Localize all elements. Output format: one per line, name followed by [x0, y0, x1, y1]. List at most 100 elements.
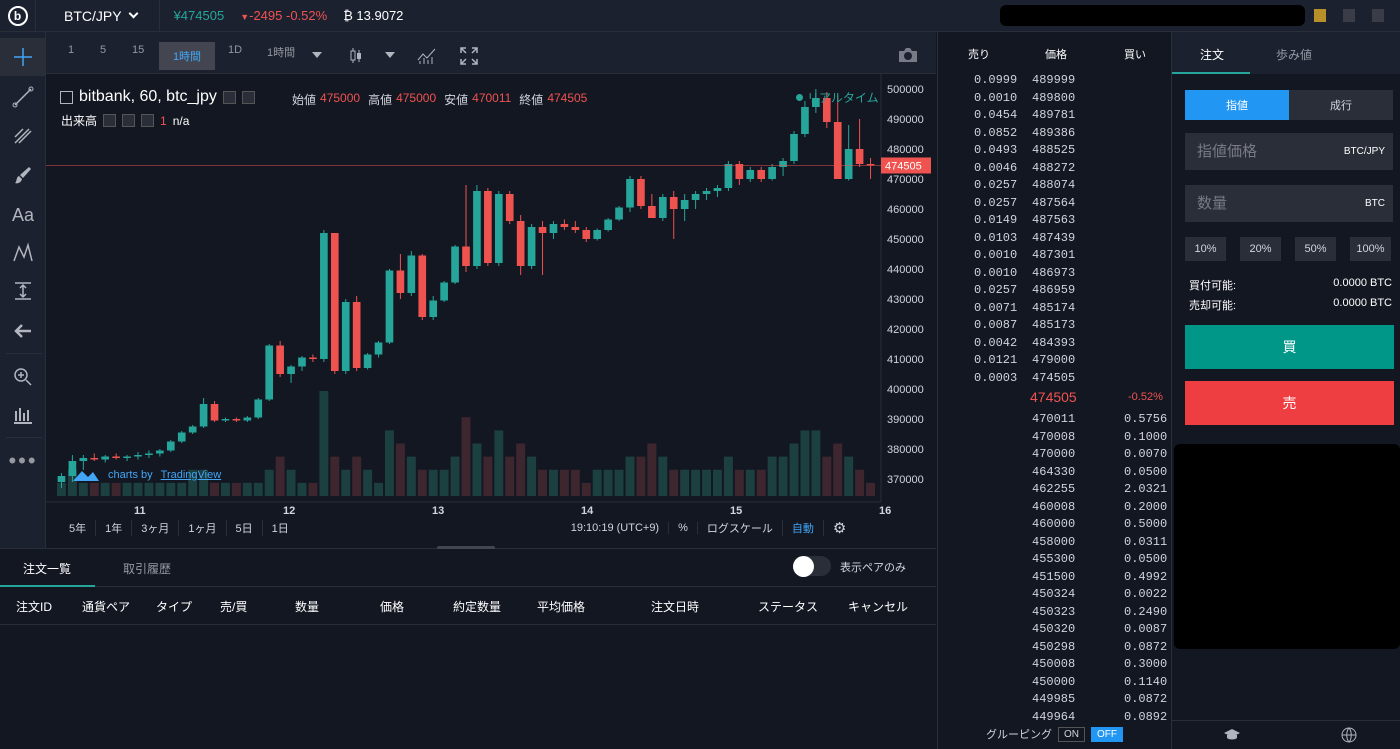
- ruler-tool[interactable]: [0, 396, 46, 434]
- market-order-button[interactable]: 成行: [1289, 90, 1393, 120]
- pattern-tool[interactable]: [0, 234, 46, 272]
- bid-row[interactable]: 451500 0.4992: [938, 570, 1171, 587]
- bid-row[interactable]: 455300 0.0500: [938, 552, 1171, 569]
- bid-row[interactable]: 449985 0.0872: [938, 692, 1171, 709]
- gear-icon[interactable]: [122, 114, 136, 127]
- visibility-icon[interactable]: [222, 90, 236, 104]
- collapse-icon[interactable]: [60, 90, 73, 104]
- trendline-tool[interactable]: [0, 78, 46, 116]
- interval-1d[interactable]: 1D: [228, 44, 242, 56]
- camera-icon[interactable]: [897, 46, 919, 64]
- ask-row[interactable]: 0.0010 487301: [938, 248, 1171, 265]
- zoom-tool[interactable]: [0, 358, 46, 396]
- bid-row[interactable]: 462255 2.0321: [938, 482, 1171, 499]
- limit-order-button[interactable]: 指値: [1185, 90, 1289, 120]
- tradingview-attribution[interactable]: charts by TradingView: [72, 466, 221, 484]
- ask-row[interactable]: 0.0257 486959: [938, 283, 1171, 300]
- interval-5m[interactable]: 5: [100, 44, 106, 56]
- ask-row[interactable]: 0.0003 474505: [938, 371, 1171, 388]
- bid-row[interactable]: 464330 0.0500: [938, 465, 1171, 482]
- brush-tool[interactable]: [0, 156, 46, 194]
- visibility-icon[interactable]: [103, 114, 117, 127]
- ask-row[interactable]: 0.0071 485174: [938, 301, 1171, 318]
- close-icon[interactable]: [141, 114, 155, 127]
- bid-row[interactable]: 460000 0.5000: [938, 517, 1171, 534]
- limit-price-input[interactable]: [1197, 143, 1327, 160]
- bid-row[interactable]: 450320 0.0087: [938, 622, 1171, 639]
- caret-down-icon[interactable]: [385, 52, 395, 58]
- ask-row[interactable]: 0.0493 488525: [938, 143, 1171, 160]
- ask-row[interactable]: 0.0042 484393: [938, 336, 1171, 353]
- bid-row[interactable]: 450298 0.0872: [938, 640, 1171, 657]
- range-1y[interactable]: 1年: [96, 520, 133, 536]
- ask-row[interactable]: 0.0257 488074: [938, 178, 1171, 195]
- log-scale-toggle[interactable]: ログスケール: [698, 520, 783, 536]
- grouping-off-button[interactable]: OFF: [1091, 726, 1123, 742]
- text-tool[interactable]: Aa: [0, 196, 46, 234]
- ask-row[interactable]: 0.0121 479000: [938, 353, 1171, 370]
- interval-1h[interactable]: 1時間: [159, 42, 215, 70]
- tab-order[interactable]: 注文: [1200, 46, 1224, 63]
- range-1m[interactable]: 1ヶ月: [179, 520, 227, 536]
- interval-1m[interactable]: 1: [68, 44, 74, 56]
- range-3m[interactable]: 3ヶ月: [132, 520, 180, 536]
- fork-tool[interactable]: [0, 116, 46, 154]
- bid-row[interactable]: 449964 0.0892: [938, 710, 1171, 727]
- buy-button[interactable]: 買: [1185, 325, 1394, 369]
- graduation-cap-icon[interactable]: [1223, 728, 1241, 742]
- bid-row[interactable]: 470008 0.1000: [938, 430, 1171, 447]
- pair-selector[interactable]: BTC/JPY: [36, 0, 160, 32]
- range-5y[interactable]: 5年: [56, 520, 97, 536]
- ask-row[interactable]: 0.0010 489800: [938, 91, 1171, 108]
- measure-tool[interactable]: [0, 272, 46, 310]
- indicators-icon[interactable]: [417, 47, 437, 65]
- ask-row[interactable]: 0.0454 489781: [938, 108, 1171, 125]
- pct-10-button[interactable]: 10%: [1185, 237, 1226, 261]
- bid-row[interactable]: 458000 0.0311: [938, 535, 1171, 552]
- sell-button[interactable]: 売: [1185, 381, 1394, 425]
- ask-row[interactable]: 0.0046 488272: [938, 161, 1171, 178]
- ask-row[interactable]: 0.0087 485173: [938, 318, 1171, 335]
- tab-trade-history[interactable]: 取引履歴: [123, 560, 171, 577]
- chart-settings-icon[interactable]: ⚙: [824, 519, 855, 537]
- pct-20-button[interactable]: 20%: [1240, 237, 1281, 261]
- ask-row[interactable]: 0.0999 489999: [938, 73, 1171, 90]
- caret-down-icon[interactable]: [312, 52, 322, 58]
- back-tool[interactable]: [0, 312, 46, 350]
- ask-price: 488272: [1032, 160, 1076, 175]
- candle-type-icon[interactable]: [348, 46, 364, 66]
- bid-row[interactable]: 450008 0.3000: [938, 657, 1171, 674]
- interval-dropdown[interactable]: 1時間: [267, 44, 295, 60]
- more-tools[interactable]: •••: [0, 442, 46, 480]
- ask-row[interactable]: 0.0852 489386: [938, 126, 1171, 143]
- bid-row[interactable]: 470011 0.5756: [938, 412, 1171, 429]
- candle-body: [298, 357, 306, 367]
- down-arrow-icon: ▼: [240, 12, 250, 22]
- grouping-on-button[interactable]: ON: [1058, 726, 1085, 742]
- ask-row[interactable]: 0.0257 487564: [938, 196, 1171, 213]
- bitbank-logo[interactable]: b: [0, 0, 36, 32]
- pct-50-button[interactable]: 50%: [1295, 237, 1336, 261]
- ask-row[interactable]: 0.0103 487439: [938, 231, 1171, 248]
- auto-scale-toggle[interactable]: 自動: [783, 520, 824, 536]
- bid-row[interactable]: 450324 0.0022: [938, 587, 1171, 604]
- gear-icon[interactable]: [241, 90, 255, 104]
- bid-row[interactable]: 470000 0.0070: [938, 447, 1171, 464]
- bid-row[interactable]: 460008 0.2000: [938, 500, 1171, 517]
- pair-only-toggle[interactable]: [793, 556, 831, 577]
- bid-row[interactable]: 450323 0.2490: [938, 605, 1171, 622]
- bid-row[interactable]: 450000 0.1140: [938, 675, 1171, 692]
- interval-15m[interactable]: 15: [132, 44, 144, 56]
- pct-100-button[interactable]: 100%: [1350, 237, 1391, 261]
- quantity-input[interactable]: [1197, 195, 1327, 212]
- ask-row[interactable]: 0.0010 486973: [938, 266, 1171, 283]
- ask-row[interactable]: 0.0149 487563: [938, 213, 1171, 230]
- fullscreen-icon[interactable]: [459, 46, 479, 66]
- crosshair-tool[interactable]: [0, 38, 46, 76]
- range-1d[interactable]: 1日: [263, 520, 298, 536]
- tab-trades[interactable]: 歩み値: [1276, 46, 1312, 63]
- percent-toggle[interactable]: %: [669, 522, 698, 534]
- globe-icon[interactable]: [1341, 727, 1357, 743]
- range-5d[interactable]: 5日: [227, 520, 263, 536]
- tab-open-orders[interactable]: 注文一覧: [23, 560, 71, 577]
